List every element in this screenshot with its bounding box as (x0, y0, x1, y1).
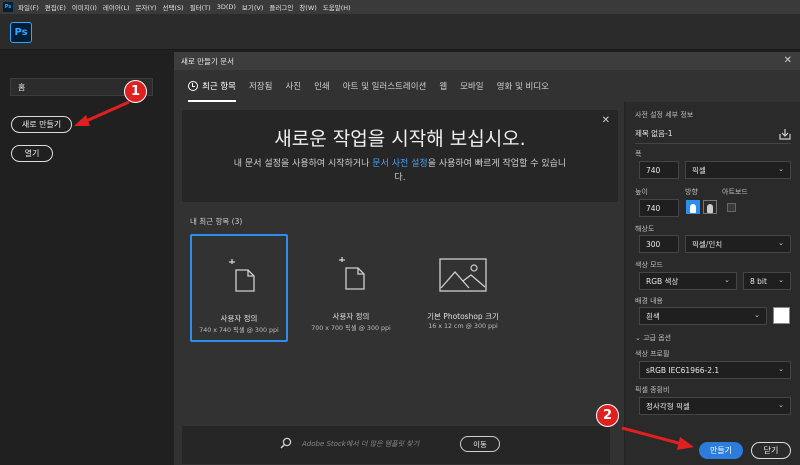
annotation-badge-2: 2 (596, 404, 619, 427)
annotation-arrow-1 (74, 100, 694, 450)
